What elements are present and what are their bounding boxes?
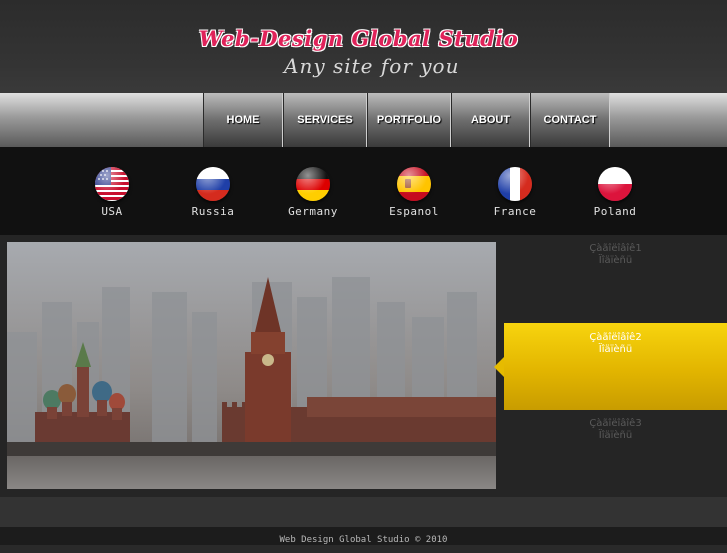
- copyright-text: Web Design Global Studio © 2010: [279, 535, 448, 545]
- main-nav: HOME SERVICES PORTFOLIO ABOUT CONTACT: [0, 93, 727, 147]
- slide-item[interactable]: Çàãîëîâîê1 Ïîäïèñü: [504, 243, 727, 279]
- language-usa[interactable]: USA: [72, 167, 152, 218]
- footer-spacer: [0, 497, 727, 527]
- language-label: Espanol: [389, 205, 439, 218]
- slide-caption: Ïîäïèñü: [598, 430, 633, 441]
- slide-caption: Ïîäïèñü: [598, 255, 633, 266]
- language-germany[interactable]: Germany: [273, 167, 353, 218]
- russia-flag-icon[interactable]: [196, 167, 230, 201]
- slide-title: Çàãîëîâîê3: [589, 418, 642, 429]
- nav-portfolio[interactable]: PORTFOLIO: [367, 93, 451, 147]
- slider-section: Çàãîëîâîê1 Ïîäïèñü Çàãîëîâîê2 Ïîäïèñü Çà…: [0, 235, 727, 497]
- language-label: Poland: [593, 205, 637, 218]
- language-france[interactable]: France: [475, 167, 555, 218]
- nav-services[interactable]: SERVICES: [283, 93, 367, 147]
- slide-item-active[interactable]: Çàãîëîâîê2 Ïîäïèñü: [494, 323, 727, 410]
- site-title: Web-Design Global Studio: [198, 26, 519, 51]
- slider-image: [7, 242, 496, 489]
- slide-title: Çàãîëîâîê2: [589, 332, 642, 343]
- france-flag-icon[interactable]: [498, 167, 532, 201]
- language-label: France: [493, 205, 537, 218]
- nav-contact[interactable]: CONTACT: [530, 93, 610, 147]
- language-label: Russia: [191, 205, 235, 218]
- nav-about[interactable]: ABOUT: [451, 93, 530, 147]
- language-selector: USA Russia Germany Espanol France Poland: [0, 147, 727, 235]
- spain-flag-icon[interactable]: [397, 167, 431, 201]
- language-label: USA: [101, 205, 123, 218]
- language-poland[interactable]: Poland: [575, 167, 655, 218]
- slide-title: Çàãîëîâîê1: [589, 243, 642, 254]
- poland-flag-icon[interactable]: [598, 167, 632, 201]
- germany-flag-icon[interactable]: [296, 167, 330, 201]
- site-tagline: Any site for you: [284, 54, 460, 78]
- usa-flag-icon[interactable]: [95, 167, 129, 201]
- slide-caption: Ïîäïèñü: [598, 344, 633, 355]
- brand: Web-Design Global Studio: [0, 26, 727, 51]
- language-label: Germany: [288, 205, 338, 218]
- slide-item[interactable]: Çàãîëîâîê3 Ïîäïèñü: [504, 418, 727, 454]
- site-footer: Web Design Global Studio © 2010: [0, 527, 727, 545]
- nav-home[interactable]: HOME: [203, 93, 283, 147]
- language-russia[interactable]: Russia: [173, 167, 253, 218]
- site-header: Web-Design Global Studio Any site for yo…: [0, 0, 727, 93]
- language-spain[interactable]: Espanol: [374, 167, 454, 218]
